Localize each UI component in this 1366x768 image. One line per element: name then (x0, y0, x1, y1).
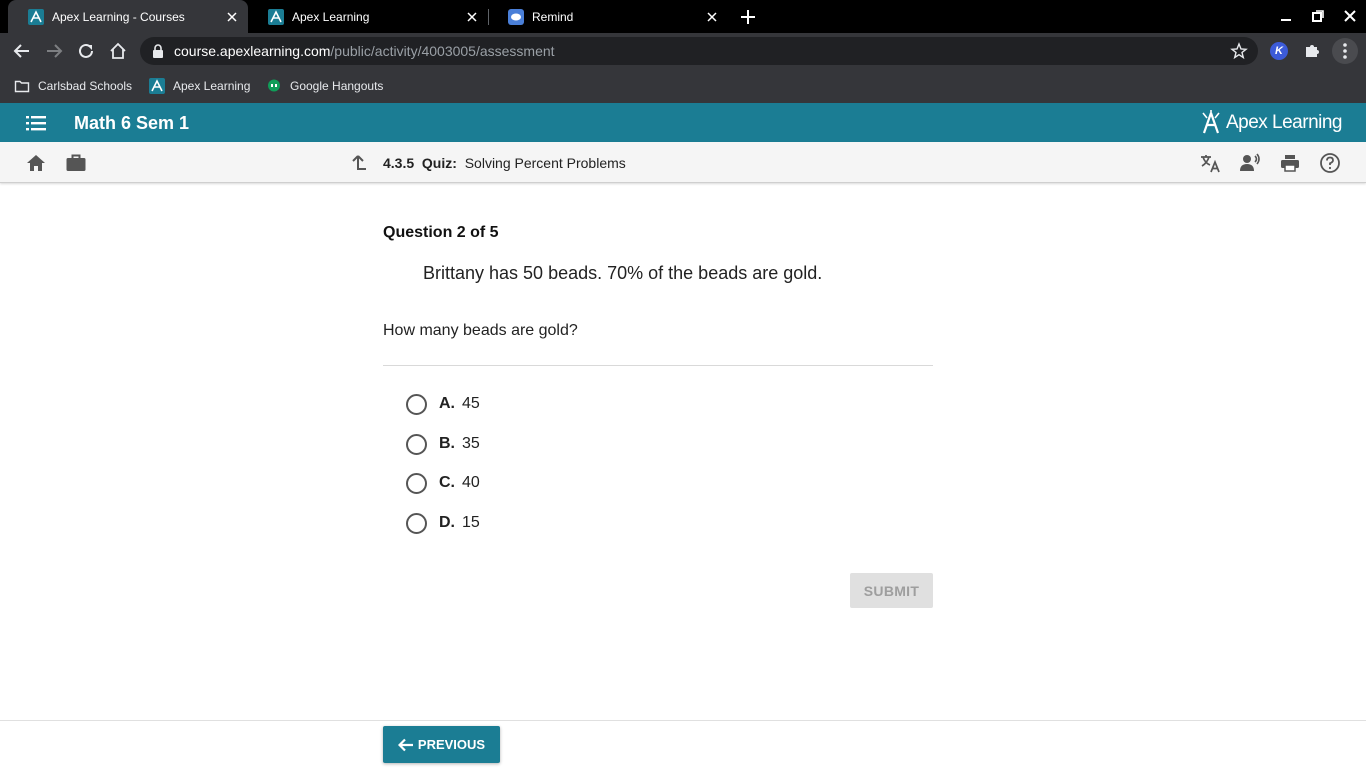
up-arrow-icon[interactable] (347, 152, 369, 174)
choice-letter: C. (439, 474, 455, 491)
answer-choice-d[interactable]: D. 15 (406, 511, 480, 535)
url-host: course.apexlearning.com (174, 43, 331, 59)
bookmark-label: Apex Learning (173, 79, 251, 93)
choice-letter: B. (439, 435, 455, 452)
forward-icon[interactable] (44, 41, 64, 61)
bookmark-star-icon[interactable] (1230, 42, 1248, 60)
question-prompt: How many beads are gold? (383, 322, 578, 339)
activity-number: 4.3.5 (383, 155, 415, 171)
question-stem: Brittany has 50 beads. 70% of the beads … (423, 263, 823, 283)
apex-favicon-icon (268, 8, 284, 25)
restore-icon[interactable] (1310, 8, 1326, 24)
tab-title: Apex Learning (292, 9, 370, 24)
submit-button[interactable]: SUBMIT (850, 573, 933, 608)
browser-tab-apex[interactable]: Apex Learning (248, 0, 488, 33)
briefcase-icon[interactable] (65, 152, 87, 174)
new-tab-icon[interactable] (738, 7, 758, 27)
home-icon[interactable] (108, 41, 128, 61)
answer-choice-b[interactable]: B. 35 (406, 432, 480, 456)
browser-tab-strip: Apex Learning - Courses Apex Learning Re… (0, 0, 1366, 33)
minimize-icon[interactable] (1278, 8, 1294, 24)
apex-favicon-icon (28, 8, 44, 25)
footer-nav: PREVIOUS (0, 720, 1366, 768)
previous-label: PREVIOUS (417, 737, 486, 752)
activity-breadcrumb: 4.3.5 Quiz: Solving Percent Problems (383, 155, 626, 171)
tab-title: Apex Learning - Courses (52, 9, 185, 24)
answer-choice-a[interactable]: A. 45 (406, 392, 480, 416)
lock-icon (153, 44, 163, 58)
bookmark-apex-learning[interactable]: Apex Learning (149, 77, 250, 95)
back-icon[interactable] (12, 41, 32, 61)
choice-value: 15 (462, 514, 480, 531)
divider (383, 365, 933, 366)
help-icon[interactable] (1319, 152, 1341, 174)
tab-title: Remind (532, 9, 574, 24)
hangouts-icon (268, 79, 280, 92)
url-text: course.apexlearning.com/public/activity/… (174, 43, 555, 59)
apex-favicon-icon (149, 78, 165, 94)
radio-button[interactable] (406, 393, 427, 415)
radio-button[interactable] (406, 512, 427, 534)
arrow-left-icon (397, 738, 413, 751)
app-header: Math 6 Sem 1 Apex Learning (0, 103, 1366, 142)
activity-title: Solving Percent Problems (464, 155, 626, 171)
extension-k-icon[interactable]: K (1270, 42, 1288, 60)
choice-value: 45 (462, 395, 480, 412)
folder-icon (14, 80, 30, 93)
close-tab-icon[interactable] (704, 9, 720, 25)
course-title: Math 6 Sem 1 (74, 113, 190, 133)
print-icon[interactable] (1279, 152, 1301, 174)
brand-name: Apex Learning (1225, 112, 1343, 133)
radio-button[interactable] (406, 472, 427, 494)
remind-favicon-icon (508, 8, 524, 25)
choice-value: 40 (462, 474, 480, 491)
bookmark-label: Google Hangouts (290, 79, 384, 93)
bookmarks-bar: Carlsbad Schools Apex Learning Google Ha… (0, 69, 1366, 103)
bookmark-label: Carlsbad Schools (38, 79, 133, 93)
apex-logo-icon (1202, 110, 1220, 134)
previous-button[interactable]: PREVIOUS (383, 726, 500, 763)
menu-list-icon[interactable] (26, 114, 46, 132)
choice-value: 35 (462, 435, 480, 452)
choice-letter: D. (439, 514, 455, 531)
browser-menu-button[interactable] (1332, 38, 1358, 64)
url-path: /public/activity/4003005/assessment (330, 43, 555, 59)
activity-toolbar: 4.3.5 Quiz: Solving Percent Problems (0, 142, 1366, 183)
address-bar[interactable]: course.apexlearning.com/public/activity/… (140, 37, 1258, 65)
extensions-puzzle-icon[interactable] (1302, 41, 1322, 61)
close-window-icon[interactable] (1342, 8, 1358, 24)
radio-button[interactable] (406, 433, 427, 455)
bookmark-carlsbad-schools[interactable]: Carlsbad Schools (14, 77, 132, 95)
choice-letter: A. (439, 395, 455, 412)
close-tab-icon[interactable] (224, 9, 240, 25)
translate-icon[interactable] (1199, 152, 1221, 174)
question-counter: Question 2 of 5 (383, 224, 499, 241)
browser-tab-remind[interactable]: Remind (488, 0, 728, 33)
kebab-menu-icon (1343, 43, 1347, 59)
browser-toolbar: course.apexlearning.com/public/activity/… (0, 33, 1366, 69)
close-tab-icon[interactable] (464, 9, 480, 25)
answer-choice-c[interactable]: C. 40 (406, 471, 480, 495)
apex-learning-logo: Apex Learning (1200, 109, 1343, 137)
read-aloud-icon[interactable] (1239, 152, 1261, 174)
activity-type: Quiz: (421, 155, 457, 171)
home-icon[interactable] (25, 152, 47, 174)
browser-tab-apex-courses[interactable]: Apex Learning - Courses (8, 0, 248, 33)
reload-icon[interactable] (76, 41, 96, 61)
bookmark-google-hangouts[interactable]: Google Hangouts (266, 77, 383, 95)
